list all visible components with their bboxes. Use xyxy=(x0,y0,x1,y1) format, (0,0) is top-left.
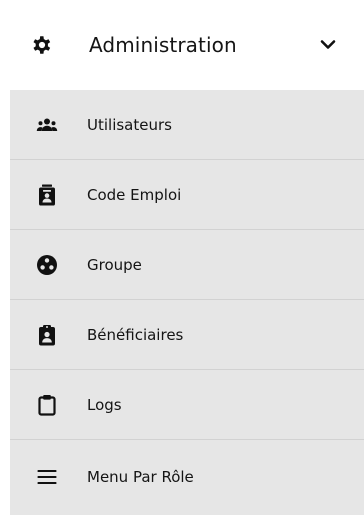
clipboard-icon xyxy=(38,395,56,416)
administration-menu-toggle[interactable]: Administration xyxy=(0,0,364,90)
sidebar-item-label: Utilisateurs xyxy=(87,116,172,134)
administration-title: Administration xyxy=(89,33,237,57)
bars-icon xyxy=(37,470,57,484)
sidebar-item-label: Logs xyxy=(87,396,122,414)
sidebar-item-beneficiaires[interactable]: Bénéficiaires xyxy=(10,300,364,370)
sidebar-item-code-emploi[interactable]: Code Emploi xyxy=(10,160,364,230)
chevron-down-icon[interactable] xyxy=(320,38,336,52)
gear-icon xyxy=(33,36,51,54)
clipboard-user-icon xyxy=(39,325,55,346)
group-circle-icon xyxy=(37,255,57,275)
sidebar-item-label: Groupe xyxy=(87,256,142,274)
sidebar-item-utilisateurs[interactable]: Utilisateurs xyxy=(10,90,364,160)
sidebar-item-label: Menu Par Rôle xyxy=(87,468,194,486)
administration-submenu: Utilisateurs Code Emploi Groupe Bénéfici… xyxy=(10,90,364,515)
users-icon xyxy=(36,118,58,131)
admin-sidebar-menu: Administration Utilisateurs Code Emploi … xyxy=(0,0,364,515)
sidebar-item-label: Bénéficiaires xyxy=(87,326,184,344)
sidebar-item-label: Code Emploi xyxy=(87,186,182,204)
id-badge-icon xyxy=(39,184,55,206)
sidebar-item-menu-par-role[interactable]: Menu Par Rôle xyxy=(10,440,364,515)
sidebar-item-groupe[interactable]: Groupe xyxy=(10,230,364,300)
sidebar-item-logs[interactable]: Logs xyxy=(10,370,364,440)
